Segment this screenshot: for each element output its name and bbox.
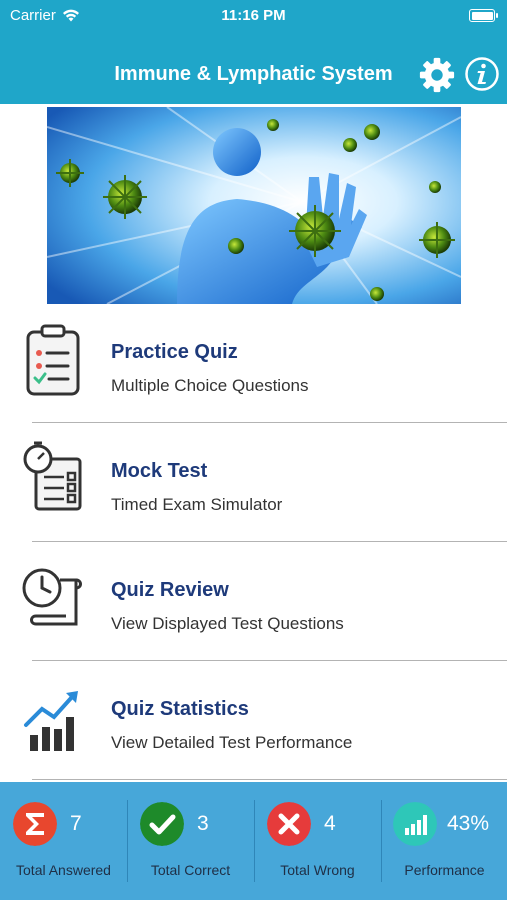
stats-bar: 7 Total Answered 3 Total Correct 4 Total… bbox=[0, 782, 507, 900]
clock-scroll-icon bbox=[22, 568, 82, 626]
x-icon bbox=[267, 802, 311, 846]
sigma-icon bbox=[13, 802, 57, 846]
menu-item-title: Quiz Review bbox=[111, 579, 229, 601]
stat-caption: Total Correct bbox=[150, 862, 231, 878]
menu-item-subtitle: Multiple Choice Questions bbox=[111, 376, 309, 395]
stat-total-answered: 7 Total Answered bbox=[0, 782, 127, 900]
checkmark-icon bbox=[140, 802, 184, 846]
stopwatch-checklist-icon bbox=[23, 441, 82, 511]
menu-item-quiz-statistics[interactable]: Quiz Statistics View Detailed Test Perfo… bbox=[0, 661, 507, 779]
status-bar: Carrier 11:16 PM bbox=[0, 0, 507, 32]
stat-performance: 43% Performance bbox=[381, 782, 507, 900]
menu-item-title: Practice Quiz bbox=[111, 341, 238, 363]
stat-caption: Total Answered bbox=[16, 862, 111, 878]
battery-icon bbox=[469, 9, 498, 22]
stat-value: 3 bbox=[197, 812, 209, 835]
menu-item-subtitle: View Displayed Test Questions bbox=[111, 614, 344, 633]
menu-item-quiz-review[interactable]: Quiz Review View Displayed Test Question… bbox=[0, 542, 507, 660]
menu-item-mock-test[interactable]: Mock Test Timed Exam Simulator bbox=[0, 423, 507, 541]
menu-item-title: Mock Test bbox=[111, 460, 208, 482]
stat-total-wrong: 4 Total Wrong bbox=[254, 782, 381, 900]
stat-caption: Total Wrong bbox=[280, 862, 355, 878]
stat-value: 7 bbox=[70, 812, 82, 835]
status-time: 11:16 PM bbox=[221, 7, 286, 24]
stat-caption: Performance bbox=[404, 862, 485, 878]
stat-total-correct: 3 Total Correct bbox=[127, 782, 254, 900]
divider bbox=[32, 779, 507, 780]
bar-chart-growth-icon bbox=[24, 691, 78, 751]
clipboard-checklist-icon bbox=[26, 324, 80, 396]
top-navigation-bar: Carrier 11:16 PM Immune & Lymphatic Syst… bbox=[0, 0, 507, 104]
stat-value: 43% bbox=[447, 812, 490, 835]
menu-item-title: Quiz Statistics bbox=[111, 698, 249, 720]
immune-system-hero-illustration bbox=[47, 107, 461, 304]
gear-icon[interactable] bbox=[418, 56, 456, 94]
bar-chart-icon bbox=[393, 802, 437, 846]
menu-item-subtitle: View Detailed Test Performance bbox=[111, 733, 353, 752]
menu-item-practice-quiz[interactable]: Practice Quiz Multiple Choice Questions bbox=[0, 304, 507, 422]
menu-item-subtitle: Timed Exam Simulator bbox=[111, 495, 283, 514]
info-icon[interactable] bbox=[464, 56, 500, 92]
stat-value: 4 bbox=[324, 812, 336, 835]
